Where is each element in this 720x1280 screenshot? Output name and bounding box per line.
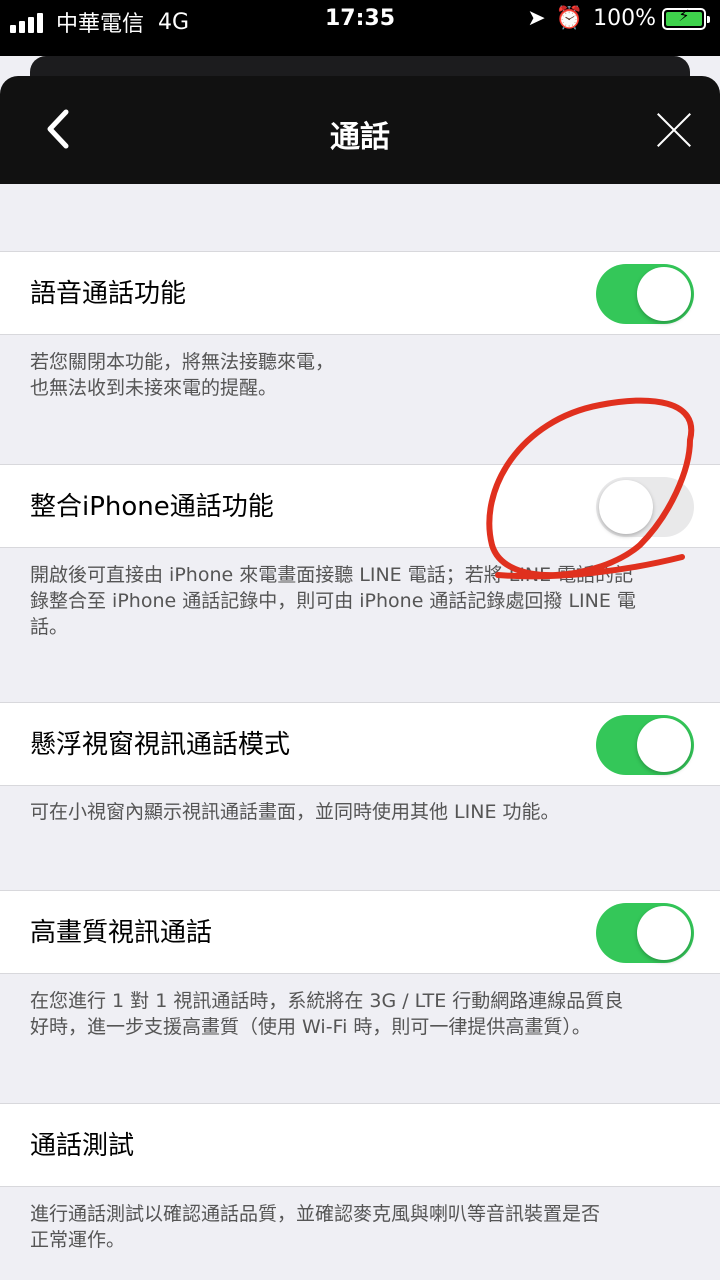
setting-label: 通話測試 [30,1131,135,1161]
setting-description: 進行通話測試以確認通話品質，並確認麥克風與喇叭等音訊裝置是否 正常運作。 [30,1203,601,1251]
alarm-icon: ⏰ [555,6,584,31]
battery-percent: 100% [593,6,656,31]
location-arrow-icon: ➤ [527,6,546,31]
hd-video-toggle[interactable] [596,903,694,963]
setting-description: 開啟後可直接由 iPhone 來電畫面接聽 LINE 電話；若將 LINE 電話… [30,564,636,638]
setting-label: 高畫質視訊通話 [30,918,213,948]
setting-description: 可在小視窗內顯示視訊通話畫面，並同時使用其他 LINE 功能。 [30,801,560,823]
page-title: 通話 [330,120,390,155]
charging-bolt-icon: ⚡ [678,5,690,25]
floating-window-toggle[interactable] [596,715,694,775]
battery-icon: ⚡ [662,5,710,30]
voice-call-toggle[interactable] [596,264,694,324]
setting-label: 語音通話功能 [30,279,187,309]
setting-label: 懸浮視窗視訊通話模式 [30,730,291,760]
close-button[interactable] [654,110,694,150]
setting-row-iphone-integration: 整合iPhone通話功能 [0,464,720,548]
nav-bar: 通話 [0,76,720,184]
setting-row-floating-window: 懸浮視窗視訊通話模式 [0,702,720,786]
status-bar: 中華電信 4G 17:35 ➤ ⏰ 100% ⚡ [0,0,720,56]
setting-description: 若您關閉本功能，將無法接聽來電， 也無法收到未接來電的提醒。 [30,351,335,399]
red-circle-annotation [486,397,695,580]
setting-row-voice-call: 語音通話功能 [0,251,720,335]
status-right: ➤ ⏰ 100% ⚡ [527,5,710,31]
setting-label: 整合iPhone通話功能 [30,492,274,522]
setting-description: 在您進行 1 對 1 視訊通話時，系統將在 3G / LTE 行動網路連線品質良… [30,990,624,1038]
setting-row-hd-video: 高畫質視訊通話 [0,890,720,974]
setting-row-call-test[interactable]: 通話測試 [0,1103,720,1187]
iphone-integration-toggle[interactable] [596,477,694,537]
